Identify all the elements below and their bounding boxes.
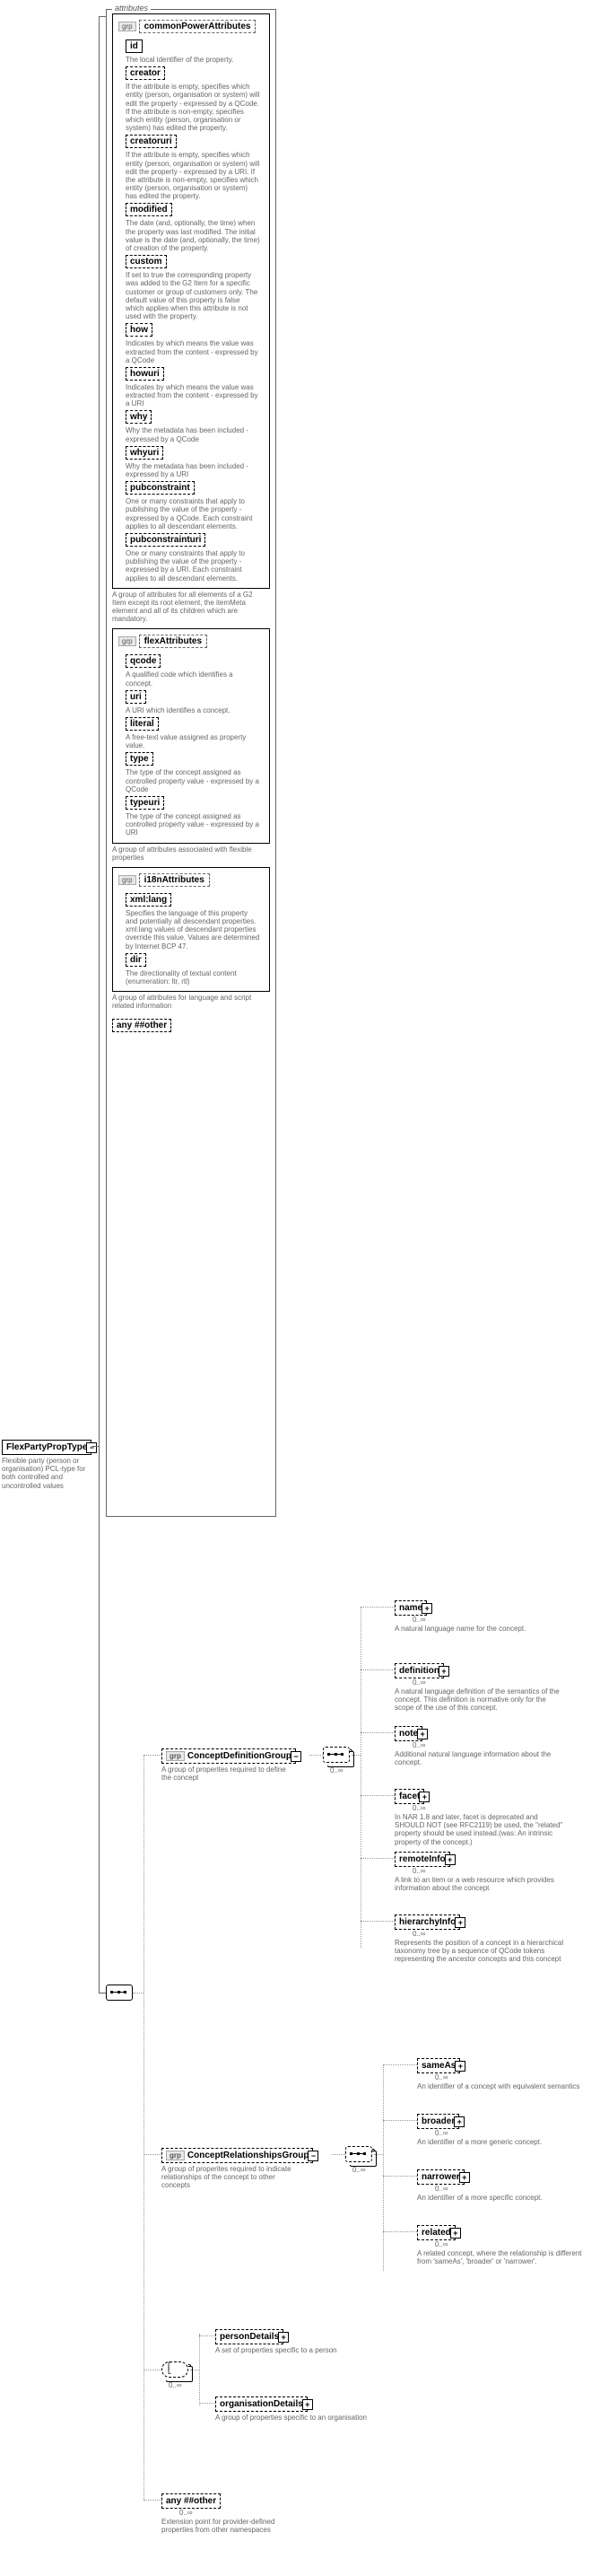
attr-literal: literal	[126, 717, 159, 731]
attr-modified: modified	[126, 203, 172, 216]
concept-relationships-group: grpConceptRelationshipsGroup−	[161, 2148, 313, 2163]
element-related: related+	[417, 2225, 456, 2240]
sequence-icon	[345, 2146, 372, 2162]
expand-icon[interactable]: +	[302, 2399, 313, 2410]
any-other-attr: any ##other	[112, 1019, 171, 1032]
attr-creator: creator	[126, 66, 165, 80]
collapse-icon[interactable]: −	[86, 1442, 97, 1453]
element-personDetails: personDetails+	[215, 2329, 283, 2344]
sequence-icon	[106, 1985, 133, 2001]
expand-icon[interactable]: +	[422, 1603, 432, 1614]
element-broader: broader+	[417, 2114, 459, 2129]
choice-icon: ⎡⎣	[161, 2361, 188, 2378]
element-sameAs: sameAs+	[417, 2058, 460, 2073]
expand-icon[interactable]: +	[439, 1666, 449, 1677]
root-desc: Flexible party (person or organisation) …	[2, 1457, 91, 1490]
sequence-icon	[323, 1747, 350, 1763]
attr-xml-lang: xml:lang	[126, 893, 171, 907]
expand-icon[interactable]: +	[445, 1854, 456, 1865]
expand-icon[interactable]: +	[417, 1729, 428, 1739]
expand-icon[interactable]: +	[459, 2172, 470, 2183]
attr-pubconstrainturi: pubconstrainturi	[126, 533, 205, 547]
group-badge: grp	[118, 22, 136, 31]
element-hierarchyInfo: hierarchyInfo+	[395, 1914, 460, 1930]
expand-icon[interactable]: −	[308, 2151, 318, 2161]
element-name: name+	[395, 1600, 427, 1616]
expand-icon[interactable]: +	[455, 2061, 465, 2072]
element-remoteInfo: remoteInfo+	[395, 1852, 450, 1867]
group-flex: flexAttributes	[139, 635, 207, 648]
element-facet: facet+	[395, 1789, 424, 1804]
attr-why: why	[126, 410, 152, 424]
attr-pubconstraint: pubconstraint	[126, 481, 195, 495]
attr-dir: dir	[126, 953, 146, 967]
group-common: commonPowerAttributes	[139, 20, 257, 33]
attr-howuri: howuri	[126, 367, 164, 381]
expand-icon[interactable]: +	[450, 2228, 461, 2239]
attr-uri: uri	[126, 690, 146, 704]
attr-custom: custom	[126, 255, 167, 268]
element-note: note+	[395, 1726, 422, 1741]
root-type: FlexPartyPropType−	[2, 1440, 91, 1455]
expand-icon[interactable]: +	[454, 2116, 465, 2127]
attr-how: how	[126, 323, 152, 337]
expand-icon[interactable]: +	[455, 1917, 465, 1928]
attributes-header: attributes	[112, 4, 151, 13]
concept-definition-group: grpConceptDefinitionGroup−	[161, 1748, 296, 1764]
attr-creatoruri: creatoruri	[126, 135, 177, 148]
attr-id: id	[126, 39, 143, 53]
element-definition: definition+	[395, 1663, 444, 1678]
any-other-element: any ##other	[161, 2493, 221, 2509]
expand-icon[interactable]: −	[291, 1751, 301, 1762]
attr-whyuri: whyuri	[126, 446, 163, 460]
attr-type: type	[126, 752, 153, 766]
element-organisationDetails: organisationDetails+	[215, 2396, 308, 2412]
attr-typeuri: typeuri	[126, 796, 164, 810]
expand-icon[interactable]: +	[419, 1792, 430, 1802]
expand-icon[interactable]: +	[278, 2332, 289, 2343]
group-i18n: i18nAttributes	[139, 873, 210, 887]
element-narrower: narrower+	[417, 2169, 465, 2185]
attr-qcode: qcode	[126, 654, 161, 668]
